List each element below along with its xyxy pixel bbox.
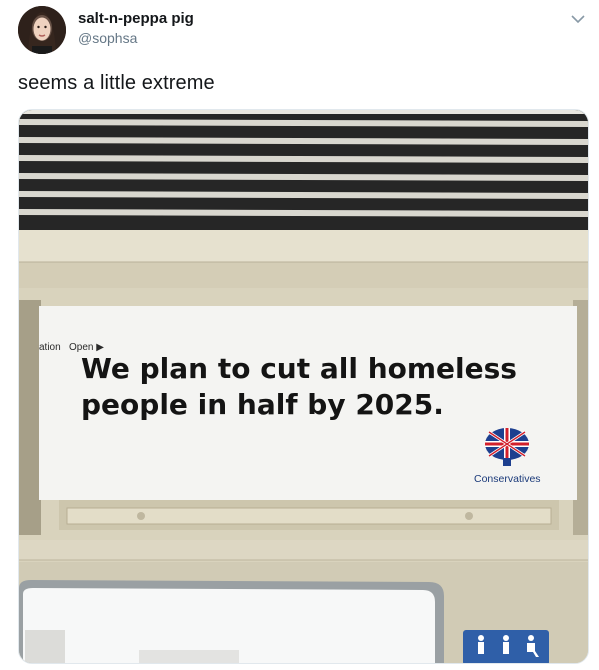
user-handle[interactable]: @sophsa	[78, 30, 137, 46]
sign-line-2: people in half by 2025.	[81, 388, 444, 421]
avatar-image	[18, 6, 66, 54]
tweet-text: seems a little extreme	[18, 72, 215, 94]
sign-text: We plan to cut all homeless people in ha…	[81, 351, 517, 423]
tweet-photo[interactable]: ation Open ▶ We plan to cut all homeless…	[18, 109, 589, 664]
display-name[interactable]: salt-n-peppa pig	[78, 10, 194, 27]
avatar[interactable]	[18, 6, 66, 54]
sign-line-1: We plan to cut all homeless	[81, 352, 517, 385]
chevron-down-icon[interactable]	[569, 10, 587, 28]
sign-brand: Conservatives	[474, 473, 541, 485]
